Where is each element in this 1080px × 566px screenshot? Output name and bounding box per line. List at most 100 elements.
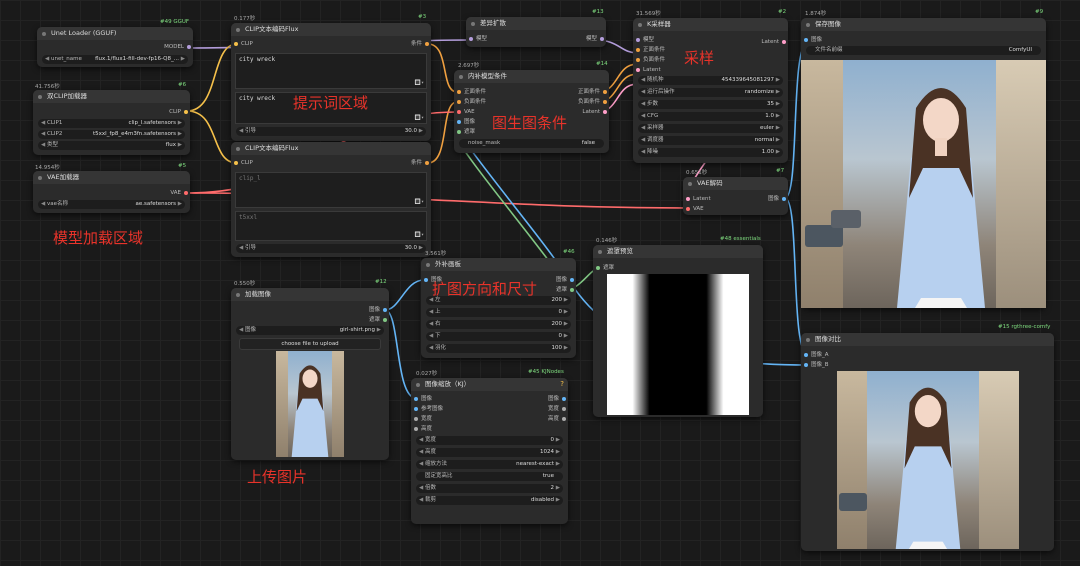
pad-mask-output[interactable]: 遮罩 <box>556 286 575 294</box>
guidance-widget-2[interactable]: ◀ 引导 30.0 ▶ <box>236 244 426 253</box>
load-image-node[interactable]: 加载图像 图像 遮罩 ◀ 图像 girl-shirt.png ▶ choose fil… <box>231 288 389 460</box>
save-time: 1.874秒 <box>805 11 827 17</box>
resize-width-output[interactable]: 宽度 <box>548 405 567 413</box>
noise-mask-toggle[interactable]: noise_mask false <box>459 139 604 148</box>
control-after-generate-widget[interactable]: ◀ 运行后操作 randomize ▶ <box>638 88 783 97</box>
pad-right-widget[interactable]: ◀ 右 200 ▶ <box>426 320 571 329</box>
vaedec-latent-input[interactable]: Latent <box>686 195 711 203</box>
inpaint-positive-output[interactable]: 正面条件 <box>578 88 608 96</box>
resize-height-input[interactable]: 高度 <box>414 425 432 433</box>
help-icon[interactable]: ? <box>560 380 564 388</box>
vaedec-title: VAE解码 <box>683 177 788 190</box>
clip-output[interactable]: CLIP <box>169 108 188 116</box>
diff-title: 差异扩散 <box>466 17 606 30</box>
clip2-cond-output[interactable]: 条件 <box>411 159 430 167</box>
unet-name-widget[interactable]: ◀ unet_name flux.1/flux1-fill-dev-fp16-Q8_… <box>42 55 188 64</box>
keep-proportion-toggle[interactable]: 固定宽高比 true <box>416 472 563 481</box>
compare-image-b-input[interactable]: 图像_B <box>804 361 829 369</box>
t5xxl-negative-textarea[interactable]: t5xxl 🔳▾ <box>235 211 427 241</box>
mask-preview-node[interactable]: 遮罩预览 遮罩 <box>593 245 763 417</box>
guidance-widget[interactable]: ◀ 引导 30.0 ▶ <box>236 127 426 136</box>
vae-output[interactable]: VAE <box>170 189 188 197</box>
vae-loader-node[interactable]: VAE加载器 VAE ◀ vae名称 ae.safetensors ▶ <box>33 171 190 213</box>
clip-type-widget[interactable]: ◀ 类型 flux ▶ <box>38 141 185 150</box>
sampler-widget[interactable]: ◀ 采样器 euler ▶ <box>638 124 783 133</box>
resize-height-widget[interactable]: ◀ 高度 1024 ▶ <box>416 448 563 457</box>
seed-widget[interactable]: ◀ 随机种 454339645081297 ▶ <box>638 76 783 85</box>
save-image-node[interactable]: 保存图像 图像 文件名前缀 ComfyUI <box>801 18 1046 308</box>
upscale-method-widget[interactable]: ◀ 缩放方法 nearest-exact ▶ <box>416 460 563 469</box>
inpaint-positive-input[interactable]: 正面条件 <box>457 88 486 96</box>
ksampler-node[interactable]: K采样器 模型 正面条件 负面条件 Latent Latent ◀ 随机种 4543… <box>633 18 788 163</box>
cfg-widget[interactable]: ◀ CFG 1.0 ▶ <box>638 112 783 121</box>
inpaint-vae-input[interactable]: VAE <box>457 108 475 116</box>
clip2-title: CLIP文本编码Flux <box>231 142 431 155</box>
dual-clip-loader-node[interactable]: 双CLIP加载器 CLIP ◀ CLIP1 clip_l.safetensors ▶ … <box>33 90 190 155</box>
ksampler-latent-output[interactable]: Latent <box>761 38 786 46</box>
ksampler-model-input[interactable]: 模型 <box>636 36 654 44</box>
ksampler-positive-input[interactable]: 正面条件 <box>636 46 665 54</box>
clip1-widget[interactable]: ◀ CLIP1 clip_l.safetensors ▶ <box>38 119 185 128</box>
vae-name-widget[interactable]: ◀ vae名称 ae.safetensors ▶ <box>38 200 185 209</box>
image-file-widget[interactable]: ◀ 图像 girl-shirt.png ▶ <box>236 326 384 335</box>
steps-widget[interactable]: ◀ 步数 35 ▶ <box>638 100 783 109</box>
inpaint-negative-output[interactable]: 负面条件 <box>578 98 608 106</box>
save-title: 保存图像 <box>801 18 1046 31</box>
unet-loader-node[interactable]: Unet Loader (GGUF) MODEL ◀ unet_name flux.… <box>37 27 193 67</box>
resize-width-widget[interactable]: ◀ 宽度 0 ▶ <box>416 436 563 445</box>
diff-model-output[interactable]: 模型 <box>586 35 605 43</box>
resize-image-input[interactable]: 图像 <box>414 395 432 403</box>
divisible-by-widget[interactable]: ◀ 倍数 2 ▶ <box>416 484 563 493</box>
clip-l-prompt-textarea[interactable]: city wreck 🔳▾ <box>235 53 427 89</box>
vaedec-vae-input[interactable]: VAE <box>686 205 704 213</box>
load-mask-output[interactable]: 遮罩 <box>369 316 388 324</box>
clip1-cond-output[interactable]: 条件 <box>411 40 430 48</box>
crop-widget[interactable]: ◀ 裁剪 disabled ▶ <box>416 496 563 505</box>
inpaint-latent-output[interactable]: Latent <box>582 108 607 116</box>
image-resize-kj-node[interactable]: 图像缩放（KJ） ? 图像 参考图像 宽度 高度 图像 宽度 高度 ◀ 宽度 0 ▶ … <box>411 378 568 524</box>
clip-text-encode-negative-node[interactable]: CLIP文本编码Flux CLIP 条件 clip_l 🔳▾ t5xxl 🔳▾ ◀ 引… <box>231 142 431 257</box>
output-image-preview <box>801 60 1046 308</box>
compare-image-preview <box>837 371 1019 549</box>
clip1-clip-input[interactable]: CLIP <box>234 40 253 48</box>
mask-input[interactable]: 遮罩 <box>596 264 614 272</box>
model-loading-note: 模型加载区域 <box>53 229 144 247</box>
save-image-input[interactable]: 图像 <box>804 36 822 44</box>
clip2-widget[interactable]: ◀ CLIP2 t5xxl_fp8_e4m3fn.safetensors ▶ <box>38 130 185 139</box>
load-title: 加载图像 <box>231 288 389 301</box>
ksampler-latent-input[interactable]: Latent <box>636 66 661 74</box>
image-compare-node[interactable]: 图像对比 图像_A 图像_B <box>801 333 1054 551</box>
vae-loader-title: VAE加载器 <box>33 171 190 184</box>
vae-node-id: #5 <box>178 163 187 169</box>
pad-feather-widget[interactable]: ◀ 羽化 100 ▶ <box>426 344 571 353</box>
pad-bottom-widget[interactable]: ◀ 下 0 ▶ <box>426 332 571 341</box>
compare-title: 图像对比 <box>801 333 1054 346</box>
clip-text-encode-positive-node[interactable]: CLIP文本编码Flux CLIP 条件 city wreck 🔳▾ city w… <box>231 23 431 141</box>
scheduler-widget[interactable]: ◀ 调度器 normal ▶ <box>638 136 783 145</box>
inpaint-negative-input[interactable]: 负面条件 <box>457 98 486 106</box>
vae-decode-node[interactable]: VAE解码 Latent VAE 图像 <box>683 177 788 215</box>
clip2-clip-input[interactable]: CLIP <box>234 159 253 167</box>
mask-preview-image <box>607 274 749 415</box>
compare-image-a-input[interactable]: 图像_A <box>804 351 829 359</box>
ksampler-negative-input[interactable]: 负面条件 <box>636 56 665 64</box>
denoise-widget[interactable]: ◀ 降噪 1.00 ▶ <box>638 148 783 157</box>
filename-prefix-widget[interactable]: 文件名前缀 ComfyUI <box>806 46 1041 55</box>
resize-height-output[interactable]: 高度 <box>548 415 567 423</box>
choose-file-button[interactable]: choose file to upload <box>239 338 381 350</box>
model-output[interactable]: MODEL <box>164 43 191 51</box>
resize-image-output[interactable]: 图像 <box>548 395 567 403</box>
pad-image-outpaint-node[interactable]: 外补画板 图像 图像 遮罩 ◀ 左 200 ▶ ◀ 上 0 ▶ ◀ 右 200 ▶ ◀ 下 0 ▶ ◀ 羽… <box>421 258 576 358</box>
vaedec-image-output[interactable]: 图像 <box>768 195 787 203</box>
inpaint-mask-input[interactable]: 遮罩 <box>457 128 475 136</box>
clip-l-negative-textarea[interactable]: clip_l 🔳▾ <box>235 172 427 208</box>
load-image-output[interactable]: 图像 <box>369 306 388 314</box>
differential-diffusion-node[interactable]: 差异扩散 模型 模型 <box>466 17 606 47</box>
pad-top-widget[interactable]: ◀ 上 0 ▶ <box>426 308 571 317</box>
pad-image-output[interactable]: 图像 <box>556 276 575 284</box>
resize-width-input[interactable]: 宽度 <box>414 415 432 423</box>
inpaint-image-input[interactable]: 图像 <box>457 118 475 126</box>
resize-ref-input[interactable]: 参考图像 <box>414 405 443 413</box>
img2img-condition-note: 图生图条件 <box>492 114 568 132</box>
diff-model-input[interactable]: 模型 <box>469 35 487 43</box>
